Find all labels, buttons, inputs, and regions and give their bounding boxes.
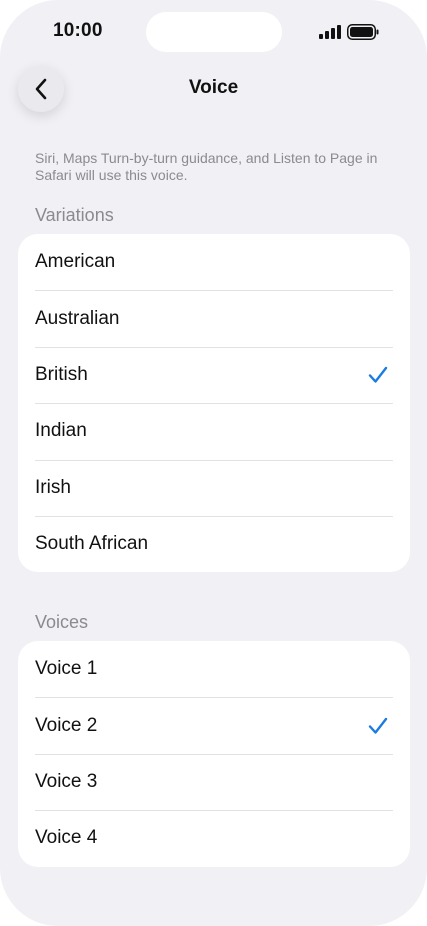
variation-label: American bbox=[35, 251, 116, 273]
voice-label: Voice 2 bbox=[35, 714, 98, 736]
checkmark-icon bbox=[368, 717, 388, 734]
voice-label: Voice 4 bbox=[35, 827, 98, 849]
variation-item-south-african[interactable]: South African bbox=[18, 515, 410, 572]
variation-label: Indian bbox=[35, 420, 87, 442]
voice-label: Voice 3 bbox=[35, 770, 98, 792]
variation-label: British bbox=[35, 363, 88, 385]
variations-list: American Australian British Indian Irish… bbox=[18, 234, 410, 573]
page-title: Voice bbox=[188, 77, 239, 98]
voices-list: Voice 1 Voice 2 Voice 3 Voice 4 bbox=[18, 641, 410, 867]
checkmark-icon bbox=[368, 366, 388, 383]
dynamic-island bbox=[146, 12, 282, 52]
variation-item-british[interactable]: British bbox=[18, 346, 410, 403]
voices-header: Voices bbox=[35, 612, 89, 632]
variation-item-american[interactable]: American bbox=[18, 234, 410, 290]
voice-description: Siri, Maps Turn-by-turn guidance, and Li… bbox=[35, 150, 378, 183]
battery-icon bbox=[347, 24, 379, 40]
variation-label: Australian bbox=[35, 307, 120, 329]
variation-item-indian[interactable]: Indian bbox=[18, 403, 410, 459]
voice-item-3[interactable]: Voice 3 bbox=[18, 753, 410, 810]
variation-label: Irish bbox=[35, 476, 71, 498]
variation-item-irish[interactable]: Irish bbox=[18, 459, 410, 516]
variation-item-australian[interactable]: Australian bbox=[18, 290, 410, 346]
phone-screen: 10:00 Voice Siri, Maps Turn-by-turn guid… bbox=[0, 0, 427, 926]
variation-label: South African bbox=[35, 533, 149, 555]
variations-header: Variations bbox=[35, 205, 114, 225]
cellular-signal-icon bbox=[319, 25, 341, 39]
voice-label: Voice 1 bbox=[35, 658, 98, 680]
status-time: 10:00 bbox=[53, 20, 103, 41]
voice-item-4[interactable]: Voice 4 bbox=[18, 810, 410, 866]
voice-item-2[interactable]: Voice 2 bbox=[18, 697, 410, 753]
voice-item-1[interactable]: Voice 1 bbox=[18, 641, 410, 697]
